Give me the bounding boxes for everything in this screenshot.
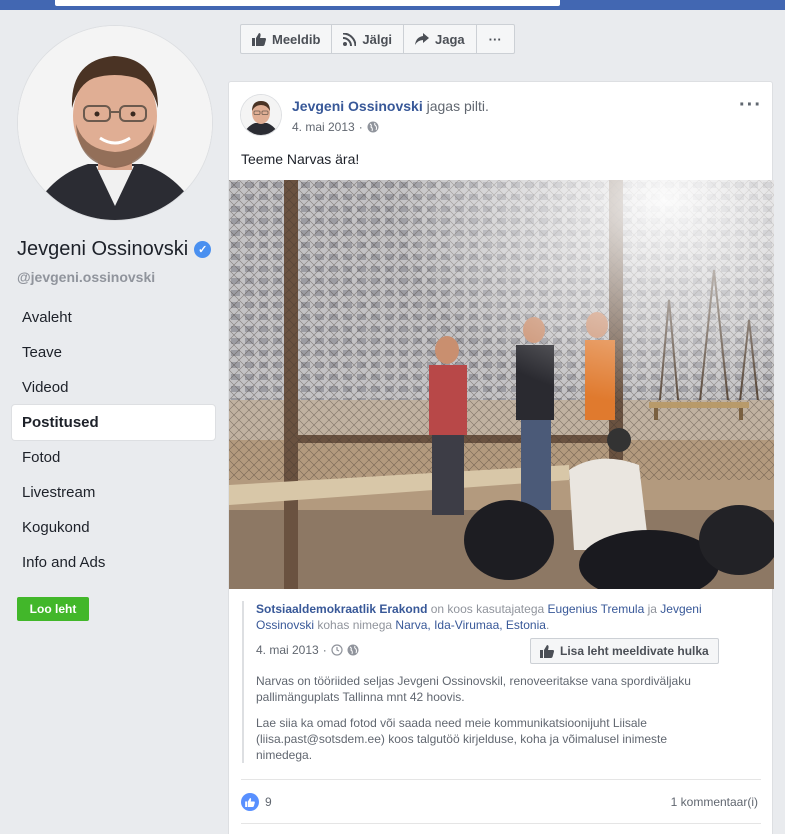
like-page-label: Meeldib <box>272 31 321 47</box>
tagged-person-1-link[interactable]: Eugenius Tremula <box>548 602 645 616</box>
divider <box>241 779 761 780</box>
post-header: Jevgeni Ossinovski jagas pilti. <box>292 98 489 114</box>
create-page-button[interactable]: Loo leht <box>17 597 89 621</box>
page-handle[interactable]: @jevgeni.ossinovski <box>17 269 155 285</box>
profile-photo-image <box>18 26 212 220</box>
shared-body-paragraph-1: Narvas on tööriided seljas Jevgeni Ossin… <box>256 674 691 704</box>
post-action-text: jagas pilti. <box>426 98 489 114</box>
nav-item-about[interactable]: Teave <box>12 335 215 370</box>
thumbs-up-icon <box>252 32 266 46</box>
rss-icon <box>343 32 357 46</box>
verified-check-icon: ✓ <box>194 241 212 258</box>
author-avatar-image <box>241 95 281 135</box>
shared-post-meta: 4. mai 2013 · Lisa leht meeldivate hulka <box>256 637 762 664</box>
nav-item-livestream[interactable]: Livestream <box>12 475 215 510</box>
post-message: Teeme Narvas ära! <box>241 151 360 167</box>
shared-date[interactable]: 4. mai 2013 <box>256 643 319 657</box>
shared-org-link[interactable]: Sotsiaaldemokraatlik Erakond <box>256 602 427 616</box>
nav-item-home[interactable]: Avaleht <box>12 300 215 335</box>
post-meta: 4. mai 2013 · <box>292 120 379 134</box>
nav-item-info-and-ads[interactable]: Info and Ads <box>12 545 215 580</box>
add-to-liked-pages-label: Lisa leht meeldivate hulka <box>560 644 709 658</box>
globe-icon[interactable] <box>347 644 359 656</box>
post-date[interactable]: 4. mai 2013 <box>292 120 355 134</box>
shared-body-paragraph-2: Lae siia ka omad fotod või saada need me… <box>256 716 668 762</box>
shared-with-text: on koos kasutajatega <box>430 602 545 616</box>
top-navigation-bar <box>0 0 785 10</box>
divider <box>241 823 761 824</box>
page-name-text: Jevgeni Ossinovski <box>17 238 189 260</box>
globe-icon[interactable] <box>367 121 379 133</box>
post-author-avatar[interactable] <box>241 95 281 135</box>
shared-at-text: kohas nimega <box>317 618 393 632</box>
like-reaction-icon <box>241 793 259 811</box>
meta-separator: · <box>358 120 363 134</box>
share-button[interactable]: Jaga <box>404 25 477 53</box>
thumbs-up-icon <box>540 644 554 658</box>
search-input[interactable] <box>55 0 560 6</box>
post-author-link[interactable]: Jevgeni Ossinovski <box>292 98 423 114</box>
shared-and-text: ja <box>647 602 657 616</box>
more-options-button[interactable]: ··· <box>477 25 514 53</box>
shared-post-header: Sotsiaaldemokraatlik Erakond on koos kas… <box>256 601 746 633</box>
post-card: Jevgeni Ossinovski jagas pilti. 4. mai 2… <box>228 81 774 834</box>
page-nav: Avaleht Teave Videod Postitused Fotod Li… <box>12 300 215 580</box>
left-column: Jevgeni Ossinovski ✓ @jevgeni.ossinovski… <box>0 10 228 834</box>
shared-post-body: Narvas on tööriided seljas Jevgeni Ossin… <box>256 673 726 763</box>
profile-picture[interactable] <box>18 26 212 220</box>
like-count: 9 <box>265 795 272 809</box>
page-action-bar: Meeldib Jälgi Jaga ··· <box>240 24 515 54</box>
reactions-summary[interactable]: 9 <box>241 793 272 811</box>
follow-button[interactable]: Jälgi <box>332 25 405 53</box>
nav-item-community[interactable]: Kogukond <box>12 510 215 545</box>
nav-item-videos[interactable]: Videod <box>12 370 215 405</box>
shared-period: . <box>545 618 550 632</box>
share-arrow-icon <box>415 33 430 45</box>
follow-label: Jälgi <box>362 31 393 47</box>
share-label: Jaga <box>435 31 465 47</box>
comment-count-link[interactable]: 1 kommentaar(i) <box>671 795 758 809</box>
shared-meta-separator: · <box>322 643 327 657</box>
add-to-liked-pages-button[interactable]: Lisa leht meeldivate hulka <box>530 638 719 664</box>
clock-icon <box>331 644 343 656</box>
nav-item-photos[interactable]: Fotod <box>12 440 215 475</box>
post-options-button[interactable]: ··· <box>739 94 762 117</box>
nav-item-posts[interactable]: Postitused <box>12 405 215 440</box>
post-photo-image <box>229 180 774 589</box>
page-name[interactable]: Jevgeni Ossinovski ✓ <box>17 238 212 261</box>
place-link[interactable]: Narva, Ida-Virumaa, Estonia <box>395 618 546 632</box>
shared-post: Sotsiaaldemokraatlik Erakond on koos kas… <box>242 601 762 763</box>
post-photo[interactable] <box>229 180 774 589</box>
like-page-button[interactable]: Meeldib <box>241 25 333 53</box>
